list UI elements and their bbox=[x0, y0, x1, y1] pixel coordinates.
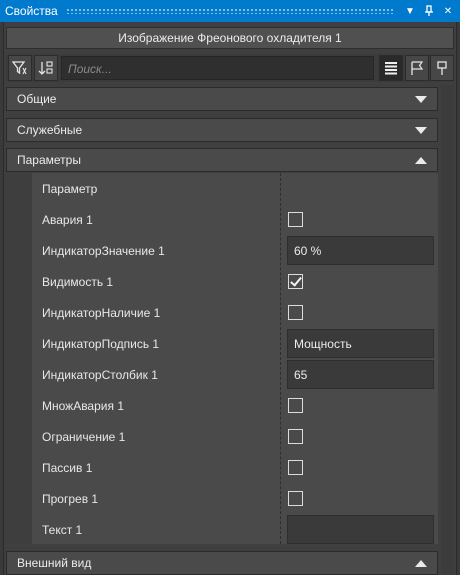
property-row[interactable]: Видимость 1 bbox=[6, 266, 438, 297]
section-general-label: Общие bbox=[17, 92, 57, 106]
property-row[interactable]: Текст 1 bbox=[6, 514, 438, 545]
section-appearance[interactable]: Внешний вид bbox=[6, 551, 438, 575]
property-checkbox[interactable] bbox=[288, 460, 303, 475]
property-label: ИндикаторПодпись 1 bbox=[42, 337, 160, 351]
scrollbar[interactable] bbox=[441, 85, 454, 575]
property-label: Текст 1 bbox=[42, 523, 83, 537]
section-service[interactable]: Служебные bbox=[6, 118, 438, 142]
property-label: ИндикаторНаличие 1 bbox=[42, 306, 161, 320]
property-row[interactable]: ИндикаторНаличие 1 bbox=[6, 297, 438, 328]
pin-button[interactable] bbox=[430, 55, 454, 81]
property-row[interactable]: Пассив 1 bbox=[6, 452, 438, 483]
window-title: Свойства bbox=[5, 4, 58, 18]
property-label: Авария 1 bbox=[42, 213, 93, 227]
property-value-field[interactable]: 65 bbox=[287, 360, 434, 389]
list-view-icon bbox=[385, 62, 397, 75]
property-label: Пассив 1 bbox=[42, 461, 93, 475]
column-header-parameter: Параметр bbox=[42, 182, 98, 196]
toolbar: Поиск... bbox=[6, 54, 454, 82]
section-parameters-label: Параметры bbox=[17, 153, 81, 167]
section-general[interactable]: Общие bbox=[6, 87, 438, 111]
object-title: Изображение Фреонового охладителя 1 bbox=[6, 27, 454, 49]
properties-panel: Изображение Фреонового охладителя 1 Поис… bbox=[3, 22, 457, 575]
pin-window-icon[interactable] bbox=[422, 4, 436, 18]
property-row[interactable]: Авария 1 bbox=[6, 204, 438, 235]
property-row[interactable]: ИндикаторСтолбик 1 65 bbox=[6, 359, 438, 390]
property-row[interactable]: Прогрев 1 bbox=[6, 483, 438, 514]
filter-button[interactable] bbox=[8, 55, 32, 81]
property-checkbox[interactable] bbox=[288, 305, 303, 320]
property-checkbox[interactable] bbox=[288, 212, 303, 227]
property-label: Прогрев 1 bbox=[42, 492, 99, 506]
chevron-up-icon[interactable] bbox=[415, 157, 427, 164]
flag-button[interactable] bbox=[405, 55, 429, 81]
property-label: Ограничение 1 bbox=[42, 430, 126, 444]
property-label: ИндикаторЗначение 1 bbox=[42, 244, 165, 258]
property-value-field[interactable]: 60 % bbox=[287, 236, 434, 265]
list-view-button[interactable] bbox=[379, 55, 403, 81]
drag-grip[interactable] bbox=[65, 8, 395, 14]
pin-icon bbox=[437, 61, 447, 75]
flag-icon bbox=[411, 61, 424, 75]
property-row[interactable]: ИндикаторЗначение 1 60 % bbox=[6, 235, 438, 266]
window-titlebar: Свойства ▼ ✕ bbox=[0, 0, 460, 22]
property-row[interactable]: ИндикаторПодпись 1 Мощность bbox=[6, 328, 438, 359]
property-checkbox[interactable] bbox=[288, 398, 303, 413]
sort-icon bbox=[38, 61, 53, 75]
property-label: ИндикаторСтолбик 1 bbox=[42, 368, 158, 382]
property-row[interactable]: Ограничение 1 bbox=[6, 421, 438, 452]
chevron-up-icon[interactable] bbox=[415, 560, 427, 567]
dropdown-icon[interactable]: ▼ bbox=[403, 4, 417, 18]
chevron-down-icon[interactable] bbox=[415, 127, 427, 134]
filter-icon bbox=[12, 61, 27, 75]
property-checkbox[interactable] bbox=[288, 429, 303, 444]
property-checkbox[interactable] bbox=[288, 491, 303, 506]
property-label: МножАвария 1 bbox=[42, 399, 124, 413]
property-value-field[interactable] bbox=[287, 515, 434, 544]
section-appearance-label: Внешний вид bbox=[17, 556, 92, 570]
property-value-field[interactable]: Мощность bbox=[287, 329, 434, 358]
sort-button[interactable] bbox=[34, 55, 58, 81]
section-parameters[interactable]: Параметры bbox=[6, 148, 438, 172]
parameters-header-row: Параметр bbox=[6, 173, 438, 204]
chevron-down-icon[interactable] bbox=[415, 96, 427, 103]
property-checkbox[interactable] bbox=[288, 274, 303, 289]
property-row[interactable]: МножАвария 1 bbox=[6, 390, 438, 421]
section-service-label: Служебные bbox=[17, 123, 83, 137]
close-icon[interactable]: ✕ bbox=[441, 4, 455, 18]
search-input[interactable]: Поиск... bbox=[61, 56, 374, 80]
property-label: Видимость 1 bbox=[42, 275, 114, 289]
parameters-grid: Параметр Авария 1 ИндикаторЗначение 1 60… bbox=[6, 173, 438, 544]
